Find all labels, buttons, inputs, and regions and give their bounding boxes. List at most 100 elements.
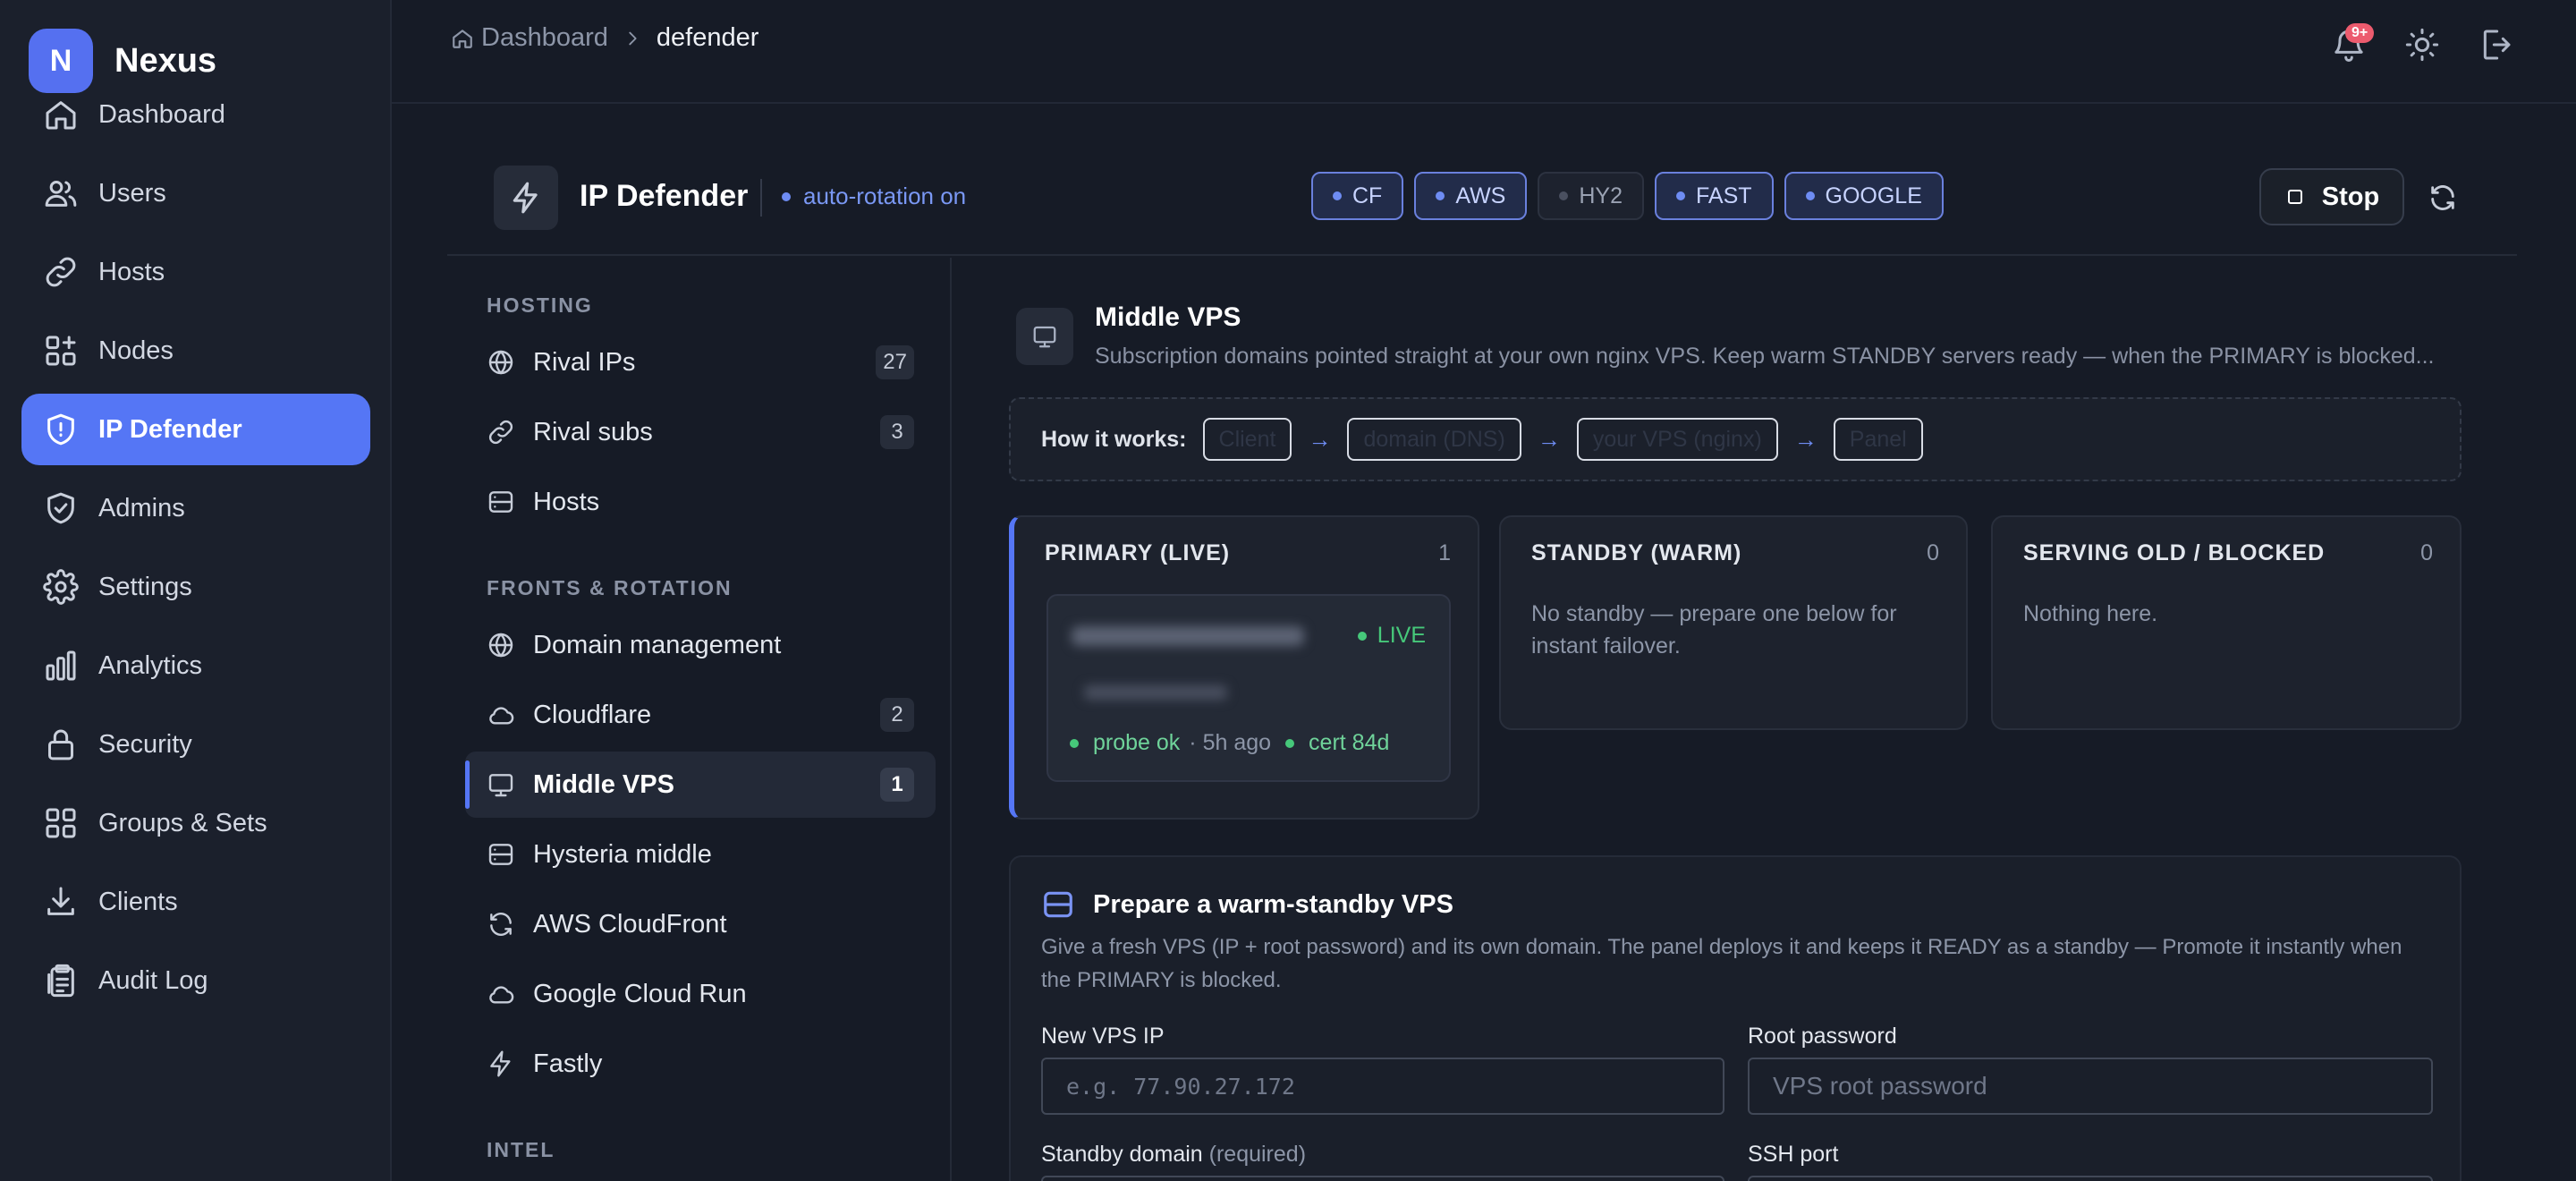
form-description: Give a fresh VPS (IP + root password) an… (1041, 935, 2402, 992)
link-icon (488, 420, 513, 445)
rotation-status-label: auto-rotation on (803, 183, 967, 209)
sidebar-item-label: Security (98, 729, 192, 759)
page-header: IP Defender auto-rotation on CF AWS HY2 … (447, 152, 2517, 256)
subnav-item-cloudflare[interactable]: Cloudflare 2 (465, 682, 936, 748)
section-description: Subscription domains pointed straight at… (1095, 344, 2435, 369)
redacted-ip (1084, 685, 1227, 700)
topbar-actions: 9+ (2331, 23, 2513, 67)
subnav-item-rival-ips[interactable]: Rival IPs 27 (465, 329, 936, 395)
sidebar: N Nexus Dashboard Users Hosts Nodes IP D… (0, 0, 392, 1181)
topbar: Dashboard defender 9+ (392, 0, 2576, 104)
arrow-right-icon: → (1793, 425, 1818, 453)
status-dot-icon (1070, 738, 1079, 748)
chip-label: AWS (1455, 183, 1506, 208)
users-icon (45, 181, 77, 207)
server-icon (488, 491, 513, 513)
subnav-item-hysteria-middle[interactable]: Hysteria middle (465, 821, 936, 888)
count-badge: 1 (880, 768, 914, 802)
app-name: Nexus (114, 41, 217, 80)
sidebar-item-label: Audit Log (98, 965, 208, 995)
sidebar-item-admins[interactable]: Admins (21, 472, 370, 544)
chip-google[interactable]: GOOGLE (1784, 172, 1944, 220)
column-title: SERVING OLD / BLOCKED (2023, 540, 2326, 565)
sidebar-item-hosts[interactable]: Hosts (21, 236, 370, 308)
cert-status: cert 84d (1309, 730, 1390, 755)
sidebar-item-dashboard[interactable]: Dashboard (21, 79, 370, 150)
provider-chips: CF AWS HY2 FAST GOOGLE (1311, 172, 1944, 220)
subnav-item-middle-vps[interactable]: Middle VPS 1 (465, 752, 936, 818)
home-icon (453, 29, 472, 48)
how-it-works-label: How it works: (1041, 426, 1187, 452)
column-count: 0 (1927, 540, 1939, 565)
subnav-item-label: Cloudflare (533, 700, 652, 729)
bar-chart-icon (46, 650, 76, 681)
ssh-port-label: SSH port (1748, 1142, 1839, 1167)
status-badge: LIVE (1357, 623, 1426, 649)
sidebar-item-audit-log[interactable]: Audit Log (21, 945, 370, 1016)
chevron-right-icon (629, 31, 637, 45)
sidebar-item-security[interactable]: Security (21, 709, 370, 780)
sidebar-item-label: Clients (98, 887, 178, 916)
chip-dot-icon (1676, 191, 1685, 200)
server-card[interactable]: LIVE probe ok · 5h ago cert 84d (1046, 594, 1451, 782)
theme-toggle-button[interactable] (2404, 27, 2440, 67)
arrow-right-icon: → (1537, 425, 1561, 453)
refresh-icon (490, 913, 512, 936)
vps-ip-input[interactable] (1041, 1058, 1724, 1115)
subnav-item-google-cloud-run[interactable]: Google Cloud Run (465, 961, 936, 1027)
count-badge: 27 (876, 345, 914, 379)
chip-fast[interactable]: FAST (1655, 172, 1774, 220)
root-password-input[interactable] (1748, 1058, 2433, 1115)
sidebar-item-analytics[interactable]: Analytics (21, 630, 370, 701)
sidebar-item-users[interactable]: Users (21, 157, 370, 229)
sidebar-item-groups-sets[interactable]: Groups & Sets (21, 787, 370, 859)
sidebar-item-ip-defender[interactable]: IP Defender (21, 394, 370, 465)
refresh-button[interactable] (2428, 183, 2458, 217)
section-heading-fronts: FRONTS & ROTATION (487, 576, 733, 599)
form-title-label: Prepare a warm-standby VPS (1093, 889, 1453, 919)
cloud-icon (489, 986, 514, 1004)
section-title: Middle VPS (1095, 302, 1241, 332)
defender-subnav: HOSTING Rival IPs 27 Rival subs 3 Hosts … (447, 258, 952, 1181)
flow-step: your VPS (nginx) (1576, 418, 1778, 461)
standby-column: STANDBY (WARM) 0 No standby — prepare on… (1499, 515, 1968, 730)
sidebar-item-label: Settings (98, 572, 192, 601)
stop-button-label: Stop (2321, 182, 2380, 211)
globe-icon (488, 350, 513, 375)
bolt-icon (490, 1050, 511, 1077)
chip-label: FAST (1696, 183, 1752, 208)
subnav-item-label: Rival IPs (533, 347, 636, 377)
chip-hy2[interactable]: HY2 (1538, 172, 1644, 220)
chip-aws[interactable]: AWS (1414, 172, 1528, 220)
refresh-icon (2431, 185, 2454, 210)
sidebar-item-settings[interactable]: Settings (21, 551, 370, 623)
subnav-item-hosts[interactable]: Hosts (465, 469, 936, 535)
chip-cf[interactable]: CF (1311, 172, 1404, 220)
standby-domain-input[interactable] (1041, 1176, 1724, 1181)
ssh-port-input[interactable] (1748, 1176, 2433, 1181)
server-icon (1044, 891, 1072, 918)
logout-button[interactable] (2478, 27, 2513, 67)
subnav-item-rival-subs[interactable]: Rival subs 3 (465, 399, 936, 465)
server-health: probe ok · 5h ago cert 84d (1070, 730, 1389, 756)
sidebar-item-label: Admins (98, 493, 185, 523)
blocked-column: SERVING OLD / BLOCKED 0 Nothing here. (1991, 515, 2462, 730)
subnav-item-label: Hosts (533, 487, 600, 516)
download-icon (47, 887, 74, 915)
subnav-item-fastly[interactable]: Fastly (465, 1031, 936, 1097)
sidebar-item-clients[interactable]: Clients (21, 866, 370, 938)
stop-button[interactable]: Stop (2259, 168, 2404, 225)
globe-icon (488, 633, 513, 658)
sidebar-item-label: Analytics (98, 650, 203, 680)
subnav-item-label: Domain management (533, 630, 782, 659)
vps-ip-label: New VPS IP (1041, 1024, 1165, 1049)
subnav-item-label: Rival subs (533, 417, 653, 446)
redacted-domain (1072, 626, 1304, 646)
chip-dot-icon (1333, 191, 1342, 200)
subnav-item-aws-cloudfront[interactable]: AWS CloudFront (465, 891, 936, 957)
breadcrumb-root[interactable]: Dashboard (481, 23, 608, 53)
standby-domain-label-text: Standby domain (1041, 1142, 1203, 1167)
sidebar-item-nodes[interactable]: Nodes (21, 315, 370, 387)
subnav-item-domain-management[interactable]: Domain management (465, 612, 936, 678)
notifications-button[interactable]: 9+ (2331, 23, 2375, 67)
